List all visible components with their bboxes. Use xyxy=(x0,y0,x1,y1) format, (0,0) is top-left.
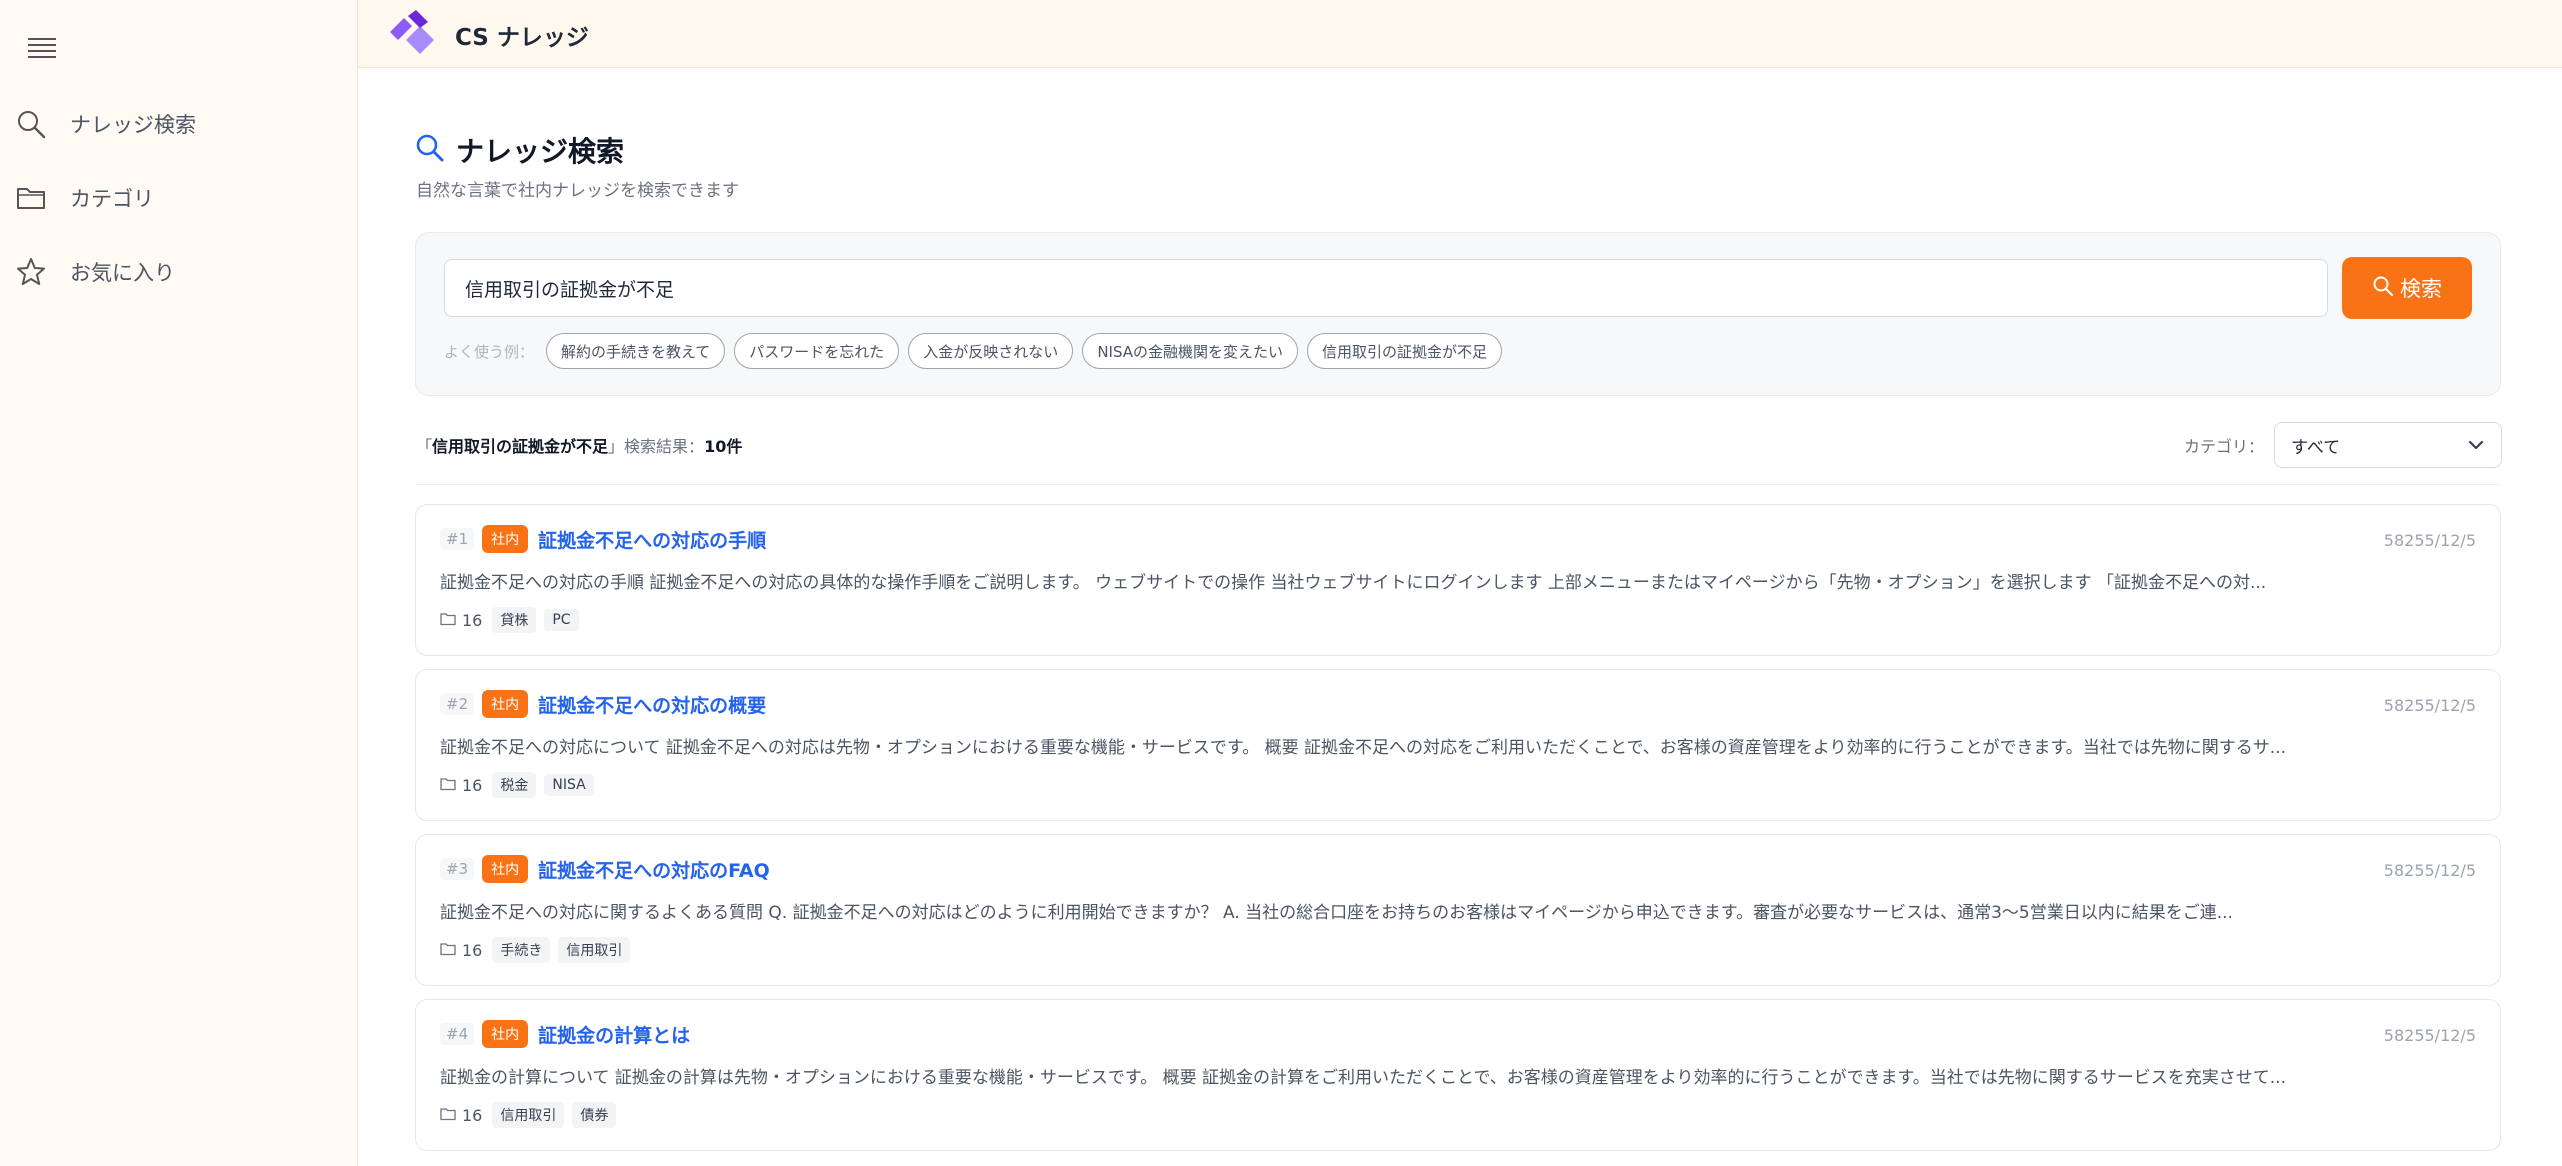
result-card[interactable]: #3 社内 証拠金不足への対応のFAQ 58255/12/5 証拠金不足への対応… xyxy=(415,834,2501,986)
sidebar: ナレッジ検索 カテゴリ お気に入り xyxy=(0,0,358,1166)
sidebar-item-favorites[interactable]: お気に入り xyxy=(14,248,175,296)
internal-badge: 社内 xyxy=(482,690,529,718)
result-category-count: 16 xyxy=(462,610,483,630)
example-chip[interactable]: 解約の手続きを教えて xyxy=(546,333,726,369)
result-rank: #3 xyxy=(440,858,475,880)
result-tag: NISA xyxy=(544,774,594,796)
app-logo[interactable] xyxy=(386,10,438,56)
internal-badge: 社内 xyxy=(482,525,529,553)
result-tag: 債券 xyxy=(572,1102,617,1128)
example-chip[interactable]: 信用取引の証拠金が不足 xyxy=(1307,333,1503,369)
result-category-count: 16 xyxy=(462,1105,483,1125)
sidebar-item-label: ナレッジ検索 xyxy=(70,113,196,137)
app-title: CS ナレッジ xyxy=(455,25,589,51)
summary-query: 信用取引の証拠金が不足 xyxy=(432,437,609,456)
sidebar-item-label: カテゴリ xyxy=(70,187,154,211)
category-filter: カテゴリ： すべて xyxy=(2184,422,2503,468)
example-chip[interactable]: パスワードを忘れた xyxy=(734,333,900,369)
result-category-count: 16 xyxy=(462,940,483,960)
menu-icon[interactable] xyxy=(28,38,56,60)
results-list: #1 社内 証拠金不足への対応の手順 58255/12/5 証拠金不足への対応の… xyxy=(415,504,2501,1164)
search-icon xyxy=(414,132,446,168)
page-title: ナレッジ検索 xyxy=(456,135,625,168)
result-tag: 手続き xyxy=(492,937,551,963)
result-tag: 信用取引 xyxy=(558,937,631,963)
result-tag: 信用取引 xyxy=(492,1102,565,1128)
example-chip[interactable]: 入金が反映されない xyxy=(908,333,1074,369)
result-date: 58255/12/5 xyxy=(2383,1026,2476,1045)
folder-icon xyxy=(440,776,456,795)
folder-icon xyxy=(440,941,456,960)
search-examples: よく使う例： 解約の手続きを教えて パスワードを忘れた 入金が反映されない NI… xyxy=(444,333,1511,369)
star-icon xyxy=(14,255,48,289)
summary-count: 10件 xyxy=(704,437,743,456)
folder-icon xyxy=(440,1106,456,1125)
result-title-link[interactable]: 証拠金不足への対応のFAQ xyxy=(538,856,770,883)
search-icon xyxy=(2372,275,2394,302)
result-category-count: 16 xyxy=(462,775,483,795)
result-rank: #4 xyxy=(440,1023,475,1045)
result-rank: #1 xyxy=(440,528,475,550)
search-icon xyxy=(14,107,48,141)
sidebar-item-label: お気に入り xyxy=(70,261,175,285)
result-title-link[interactable]: 証拠金不足への対応の手順 xyxy=(538,526,766,553)
result-card[interactable]: #2 社内 証拠金不足への対応の概要 58255/12/5 証拠金不足への対応に… xyxy=(415,669,2501,821)
app-header: CS ナレッジ xyxy=(358,0,2562,68)
result-rank: #2 xyxy=(440,693,475,715)
result-title-link[interactable]: 証拠金不足への対応の概要 xyxy=(538,691,766,718)
page-heading: ナレッジ検索 xyxy=(414,130,624,170)
search-input[interactable] xyxy=(444,259,2328,317)
result-card[interactable]: #1 社内 証拠金不足への対応の手順 58255/12/5 証拠金不足への対応の… xyxy=(415,504,2501,656)
search-button-label: 検索 xyxy=(2400,277,2442,301)
result-snippet: 証拠金不足への対応の手順 証拠金不足への対応の具体的な操作手順をご説明します。 … xyxy=(440,573,2267,593)
folder-icon xyxy=(14,181,48,215)
result-date: 58255/12/5 xyxy=(2383,696,2476,715)
result-summary: 「信用取引の証拠金が不足」検索結果：10件 xyxy=(416,433,742,457)
result-snippet: 証拠金不足への対応について 証拠金不足への対応は先物・オプションにおける重要な機… xyxy=(440,738,2286,758)
summary-label: 検索結果： xyxy=(624,437,705,456)
result-date: 58255/12/5 xyxy=(2383,861,2476,880)
result-date: 58255/12/5 xyxy=(2383,531,2476,550)
result-snippet: 証拠金不足への対応に関するよくある質問 Q. 証拠金不足への対応はどのように利用… xyxy=(440,903,2233,923)
page-subtitle: 自然な言葉で社内ナレッジを検索できます xyxy=(416,181,739,201)
search-panel: 検索 よく使う例： 解約の手続きを教えて パスワードを忘れた 入金が反映されない… xyxy=(415,232,2501,396)
result-tag: PC xyxy=(544,609,579,631)
search-button[interactable]: 検索 xyxy=(2342,257,2472,319)
chevron-down-icon xyxy=(2467,436,2485,455)
sidebar-item-category[interactable]: カテゴリ xyxy=(14,174,154,222)
internal-badge: 社内 xyxy=(482,855,529,883)
result-tag: 貸株 xyxy=(492,607,537,633)
examples-label: よく使う例： xyxy=(444,342,535,361)
category-select-value: すべて xyxy=(2291,437,2341,458)
result-tag: 税金 xyxy=(492,772,537,798)
folder-icon xyxy=(440,611,456,630)
summary-close-quote: 」 xyxy=(608,437,625,456)
category-select[interactable]: すべて xyxy=(2274,422,2503,468)
result-card[interactable]: #4 社内 証拠金の計算とは 58255/12/5 証拠金の計算について 証拠金… xyxy=(415,999,2501,1151)
category-filter-label: カテゴリ： xyxy=(2184,437,2265,456)
sidebar-item-knowledge-search[interactable]: ナレッジ検索 xyxy=(14,100,196,148)
result-title-link[interactable]: 証拠金の計算とは xyxy=(538,1021,690,1048)
summary-open-quote: 「 xyxy=(416,437,433,456)
example-chip[interactable]: NISAの金融機関を変えたい xyxy=(1082,333,1299,369)
main-content: ナレッジ検索 自然な言葉で社内ナレッジを検索できます 検索 よく使う例： 解約の… xyxy=(358,68,2562,1166)
divider xyxy=(415,484,2501,485)
internal-badge: 社内 xyxy=(482,1020,529,1048)
result-snippet: 証拠金の計算について 証拠金の計算は先物・オプションにおける重要な機能・サービス… xyxy=(440,1068,2286,1088)
